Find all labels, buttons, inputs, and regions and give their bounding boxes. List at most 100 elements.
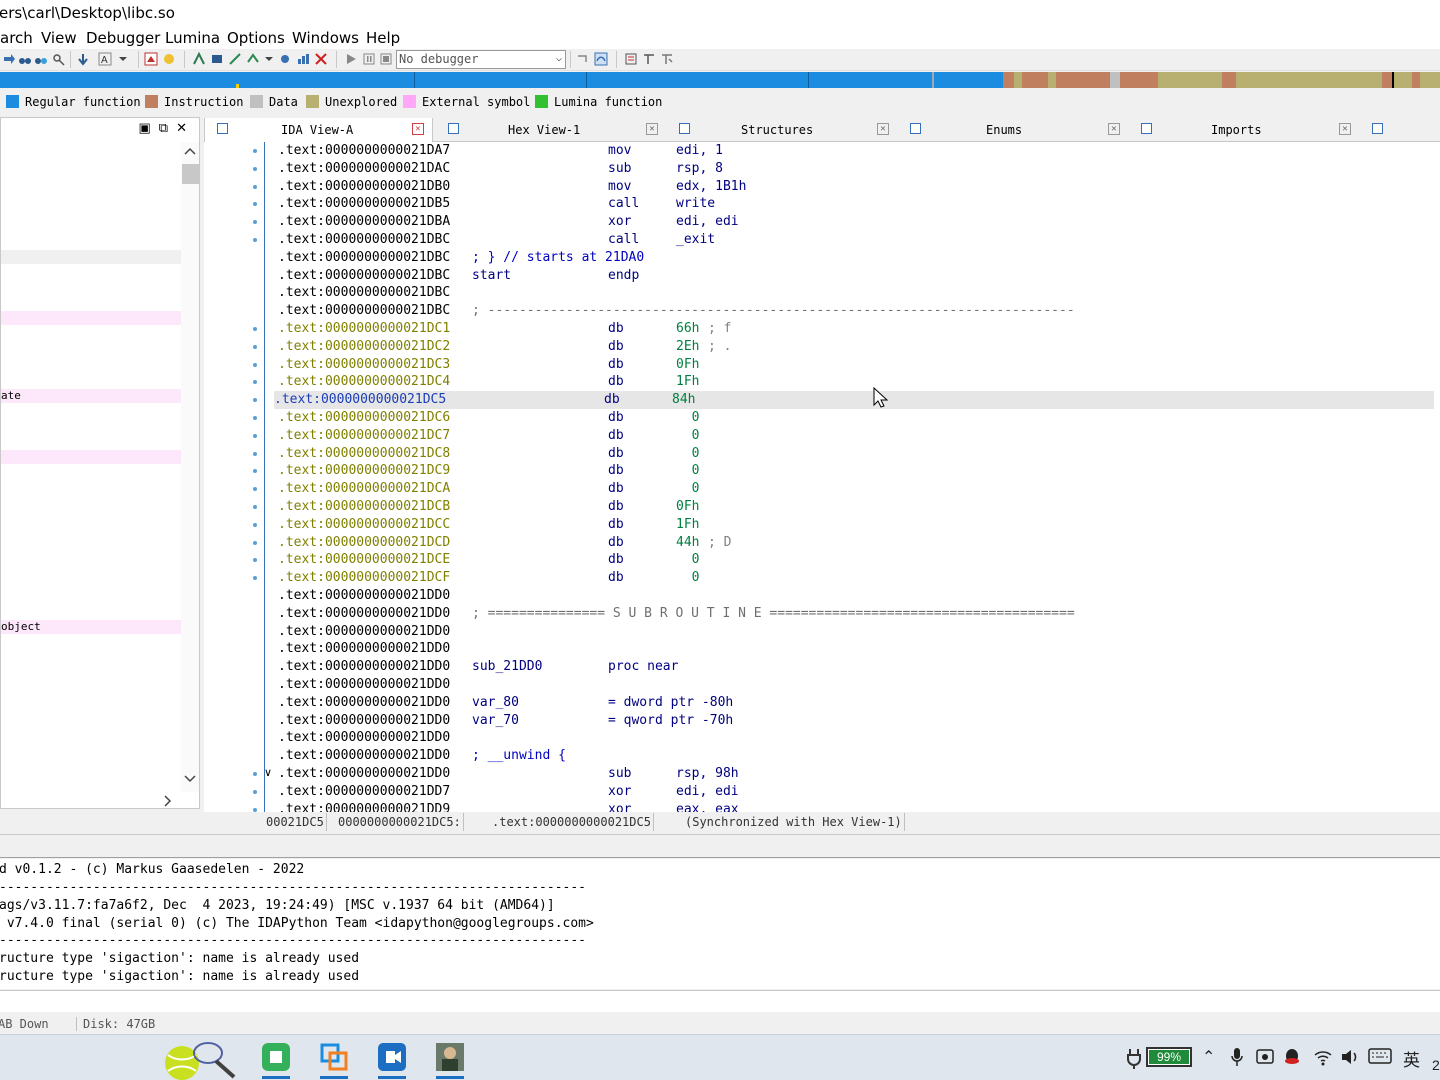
disasm-operand[interactable]: edi, edi — [676, 783, 739, 801]
disasm-mnemonic[interactable]: sub — [608, 765, 631, 783]
graph-icon[interactable] — [144, 52, 158, 66]
disasm-mnemonic[interactable]: xor — [608, 801, 631, 812]
disasm-operand[interactable]: rsp, 98h — [676, 765, 739, 783]
clock[interactable]: 2 — [1432, 1057, 1440, 1073]
close-tab-icon[interactable]: ✕ — [646, 123, 658, 135]
collapse-icon[interactable]: ∨ — [264, 766, 272, 779]
disasm-operand[interactable]: edi, edi — [676, 213, 739, 231]
disasm-operand[interactable]: 0Fh — [676, 356, 699, 374]
command-line-input[interactable] — [0, 990, 1440, 1012]
disasm-line[interactable]: .text:0000000000021DD9 xor eax, eax — [278, 801, 1438, 812]
disasm-mnemonic[interactable]: db — [604, 391, 620, 409]
disasm-operand[interactable]: 84h — [672, 391, 695, 409]
disasm-address[interactable]: .text:0000000000021DC7 — [278, 427, 450, 445]
breakpoint-dot-icon[interactable] — [253, 362, 257, 367]
breakpoint-dot-icon[interactable] — [253, 789, 257, 794]
taskbar-app-wechat-work[interactable] — [258, 1039, 294, 1079]
disasm-line[interactable]: .text:0000000000021DAC sub rsp, 8 — [278, 160, 1438, 178]
disasm-line[interactable]: .text:0000000000021DC4 db 1Fh — [278, 373, 1438, 391]
close-tab-icon[interactable]: ✕ — [1339, 123, 1351, 135]
chevron-up-icon[interactable]: ⌃ — [1202, 1047, 1215, 1067]
disasm-mnemonic[interactable]: db — [608, 409, 624, 427]
disasm-mnemonic[interactable]: db — [608, 516, 624, 534]
binoculars-icon[interactable] — [18, 52, 32, 66]
disasm-line-selected[interactable]: .text:0000000000021DC5 db 84h — [274, 391, 1434, 409]
chevron-down-icon[interactable] — [184, 774, 196, 784]
disasm-operand[interactable]: 1Fh — [676, 373, 699, 391]
disasm-line[interactable]: .text:0000000000021DC3 db 0Fh — [278, 356, 1438, 374]
disasm-line[interactable]: .text:0000000000021DC1 db 66h; f — [278, 320, 1438, 338]
disasm-address[interactable]: .text:0000000000021DC2 — [278, 338, 450, 356]
list-item[interactable] — [1, 450, 181, 464]
disasm-address[interactable]: .text:0000000000021DCB — [278, 498, 450, 516]
breakpoint-dot-icon[interactable] — [253, 166, 257, 171]
disasm-mnemonic[interactable]: db — [608, 320, 624, 338]
step-over-icon[interactable] — [594, 52, 608, 66]
navigation-band[interactable] — [0, 72, 1440, 88]
disasm-operand[interactable]: 0 — [676, 480, 700, 498]
breakpoint-dot-icon[interactable] — [253, 380, 257, 385]
disasm-line[interactable]: .text:0000000000021DCB db 0Fh — [278, 498, 1438, 516]
disasm-address[interactable]: .text:0000000000021DD0 — [278, 587, 450, 605]
disasm-operand[interactable]: 0 — [676, 551, 700, 569]
breakpoint-dot-icon[interactable] — [253, 433, 257, 438]
disasm-line[interactable]: .text:0000000000021DBC call _exit — [278, 231, 1438, 249]
disasm-line[interactable]: .text:0000000000021DB0 mov edx, 1B1h — [278, 178, 1438, 196]
disasm-address[interactable]: .text:0000000000021DD0 — [278, 605, 450, 623]
disasm-operand[interactable]: 0 — [676, 409, 700, 427]
disasm-line[interactable]: .text:0000000000021DC2 db 2Eh; . — [278, 338, 1438, 356]
tab-enums[interactable]: Enums ✕ — [898, 118, 1128, 142]
disasm-mnemonic[interactable]: db — [608, 445, 624, 463]
disasm-mnemonic[interactable]: mov — [608, 142, 631, 160]
disasm-address[interactable]: .text:0000000000021DD9 — [278, 801, 450, 812]
disasm-mnemonic[interactable]: db — [608, 569, 624, 587]
disasm-address[interactable]: .text:0000000000021DA7 — [278, 142, 450, 160]
breakpoint-dot-icon[interactable] — [253, 451, 257, 456]
disasm-operand[interactable]: _exit — [676, 231, 715, 249]
disasm-address[interactable]: .text:0000000000021DD0 — [278, 712, 450, 730]
disasm-mnemonic[interactable]: db — [608, 373, 624, 391]
dropdown-arrow-icon[interactable] — [116, 52, 130, 66]
tab-exports[interactable] — [1360, 118, 1440, 142]
disasm-mnemonic[interactable]: xor — [608, 783, 631, 801]
breakpoint-dot-icon[interactable] — [253, 220, 257, 225]
play-icon[interactable] — [344, 52, 358, 66]
disasm-line[interactable]: .text:0000000000021DB5 call write — [278, 195, 1438, 213]
breakpoint-dot-icon[interactable] — [253, 558, 257, 563]
disasm-address[interactable]: .text:0000000000021DC1 — [278, 320, 450, 338]
menu-search[interactable]: arch — [0, 29, 33, 47]
patch-icon[interactable] — [228, 52, 242, 66]
disasm-line[interactable]: .text:0000000000021DCE db 0 — [278, 551, 1438, 569]
step-into-icon[interactable] — [576, 52, 590, 66]
disasm-line[interactable]: .text:0000000000021DCA db 0 — [278, 480, 1438, 498]
disasm-operand[interactable]: 0 — [676, 569, 700, 587]
tab-ida-view-a[interactable]: IDA View-A ✕ — [204, 118, 433, 142]
disasm-address[interactable]: .text:0000000000021DBC — [278, 249, 450, 267]
breakpoint-list-icon[interactable] — [624, 52, 638, 66]
disasm-mnemonic[interactable]: db — [608, 534, 624, 552]
functions-list[interactable]: ate object — [1, 142, 181, 792]
qq-icon[interactable] — [1284, 1047, 1300, 1067]
menu-options[interactable]: Options — [227, 29, 285, 47]
menu-help[interactable]: Help — [366, 29, 400, 47]
taskbar-app-ida[interactable] — [432, 1039, 468, 1079]
restore-icon[interactable]: ⧉ — [159, 120, 176, 135]
xrefs-icon[interactable] — [192, 52, 206, 66]
tab-imports[interactable]: Imports ✕ — [1129, 118, 1359, 142]
disasm-line[interactable]: .text:0000000000021DC9 db 0 — [278, 462, 1438, 480]
disasm-mnemonic[interactable]: db — [608, 356, 624, 374]
taskbar-app-vmware[interactable] — [316, 1039, 352, 1079]
disasm-line[interactable]: .text:0000000000021DCF db 0 — [278, 569, 1438, 587]
plugin-icon[interactable] — [278, 52, 292, 66]
disasm-address[interactable]: .text:0000000000021DBC — [278, 284, 450, 302]
trace-options-icon[interactable] — [660, 52, 674, 66]
disasm-mnemonic[interactable]: sub — [608, 160, 631, 178]
disasm-label[interactable]: sub_21DD0 — [472, 658, 542, 676]
disasm-line[interactable]: .text:0000000000021DC7 db 0 — [278, 427, 1438, 445]
disasm-operand[interactable]: rsp, 8 — [676, 160, 723, 178]
disasm-line[interactable]: .text:0000000000021DBC start endp — [278, 267, 1438, 285]
disasm-address[interactable]: .text:0000000000021DC4 — [278, 373, 450, 391]
disasm-address[interactable]: .text:0000000000021DB0 — [278, 178, 450, 196]
keyboard-icon[interactable] — [1368, 1047, 1392, 1065]
breakpoint-dot-icon[interactable] — [253, 327, 257, 331]
